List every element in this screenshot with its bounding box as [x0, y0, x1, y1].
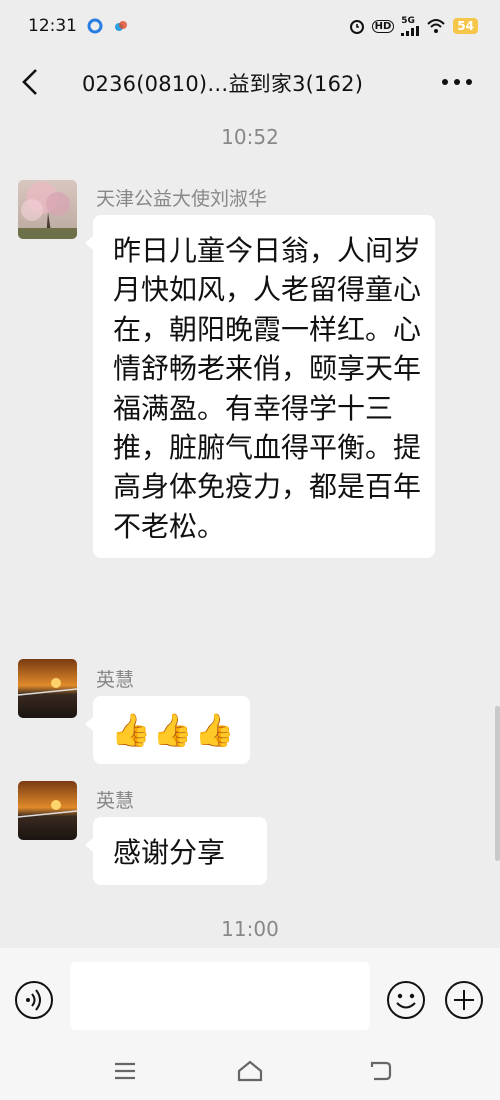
- message-text: 昨日儿童今日翁，人间岁月快如风，人老留得童心在，朝阳晚霞一样红。心情舒畅老来俏，…: [113, 234, 422, 543]
- home-icon[interactable]: [235, 1058, 265, 1084]
- message-input[interactable]: [70, 962, 370, 1030]
- message-text: 感谢分享: [113, 836, 226, 869]
- cloud-notification-icon: [115, 21, 127, 31]
- back-arrow-icon[interactable]: [16, 64, 46, 100]
- status-time: 12:31: [28, 16, 77, 36]
- sender-name: 英慧: [96, 790, 135, 812]
- timestamp: 10:52: [221, 125, 279, 149]
- signal-icon: [401, 25, 420, 36]
- thumbs-up-icon: 👍: [111, 711, 151, 749]
- thumbs-up-icon: 👍: [194, 711, 235, 749]
- message-bubble[interactable]: 👍 👍 👍: [85, 696, 250, 764]
- chat-title[interactable]: 0236(0810)…益到家3(162): [82, 68, 363, 98]
- battery-indicator: 54: [453, 18, 478, 34]
- alarm-icon: [349, 20, 364, 34]
- status-bar: 12:31 HD 5G 54: [0, 0, 500, 52]
- avatar[interactable]: [18, 180, 77, 239]
- voice-icon[interactable]: [14, 980, 54, 1020]
- thumbs-up-icon: 👍: [152, 711, 193, 749]
- app-notification-icon: [87, 18, 103, 34]
- message-bubble[interactable]: 昨日儿童今日翁，人间岁月快如风，人老留得童心在，朝阳晚霞一样红。心情舒畅老来俏，…: [85, 215, 435, 559]
- timestamp: 11:00: [221, 917, 279, 941]
- system-nav-bar: [0, 1048, 500, 1100]
- sender-name: 英慧: [96, 669, 135, 691]
- input-bar: [0, 948, 500, 1048]
- scrollbar-thumb[interactable]: [495, 706, 500, 861]
- back-nav-icon[interactable]: [366, 1058, 396, 1084]
- more-dots-icon[interactable]: [440, 70, 474, 94]
- message-bubble[interactable]: 感谢分享: [85, 817, 267, 885]
- sender-name: 天津公益大使刘淑华: [96, 188, 268, 210]
- chat-header: 0236(0810)…益到家3(162): [0, 52, 500, 112]
- avatar[interactable]: [18, 659, 77, 718]
- avatar[interactable]: [18, 781, 77, 840]
- wifi-icon: [427, 19, 446, 33]
- menu-icon[interactable]: [110, 1058, 140, 1084]
- network-type: 5G: [401, 15, 415, 26]
- emoji-icon[interactable]: [386, 980, 426, 1020]
- hd-badge: HD: [371, 19, 395, 33]
- plus-icon[interactable]: [444, 980, 484, 1020]
